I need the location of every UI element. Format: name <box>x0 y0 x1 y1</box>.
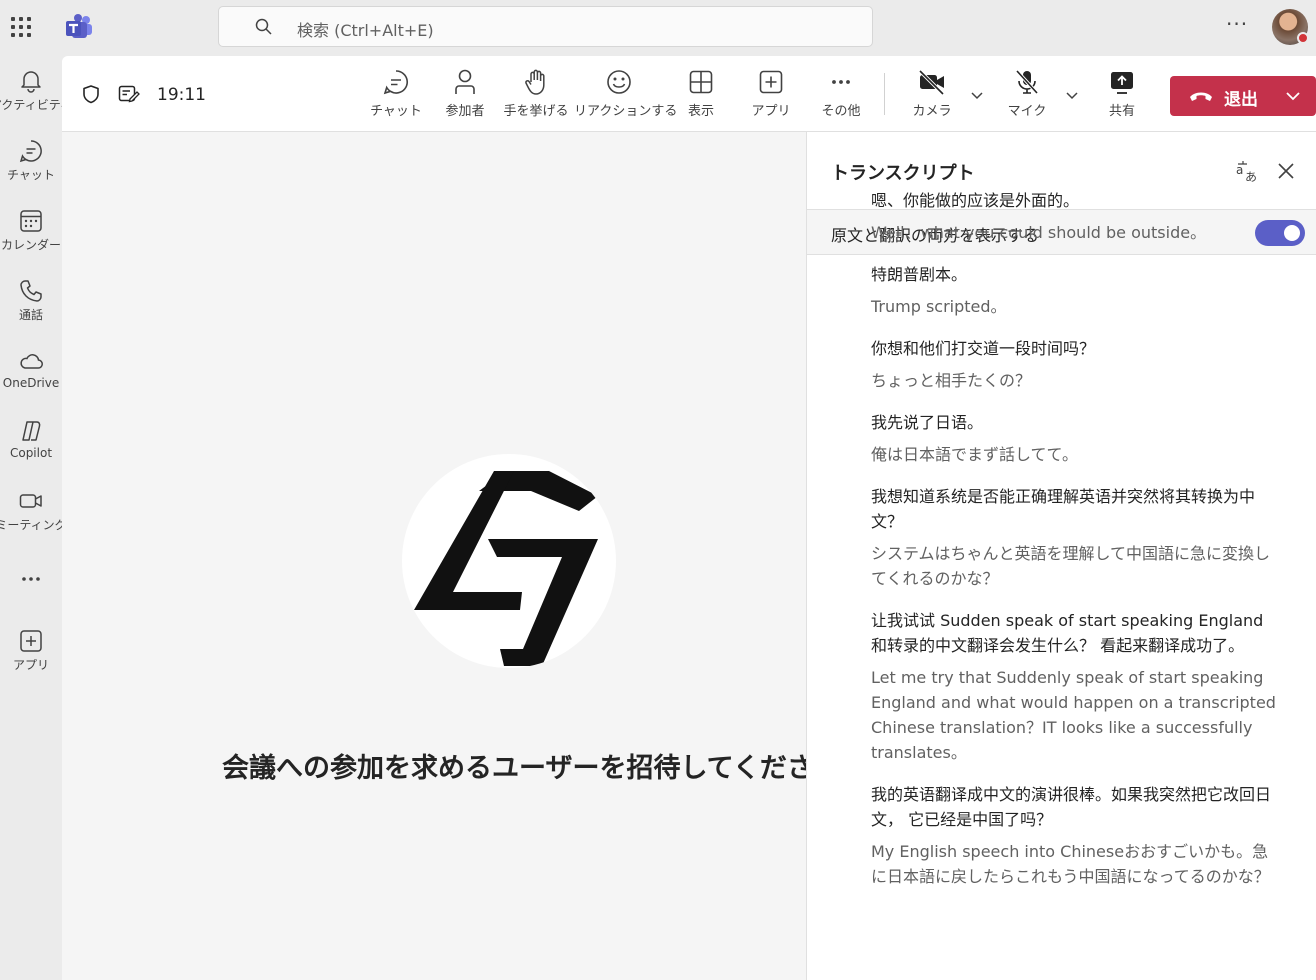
leave-button[interactable]: 退出 <box>1170 76 1316 116</box>
transcript-entry: 我的英语翻译成中文的演讲很棒。如果我突然把它改回日文， 它已经是中国了吗？ My… <box>871 782 1281 889</box>
app-rail: アクティビティ チャット カレンダー 通話 OneDrive Copilot <box>0 56 72 980</box>
more-button[interactable]: その他 <box>806 68 876 119</box>
original-text: 你想和他们打交道一段时间吗？ <box>871 339 1096 358</box>
search-input[interactable]: 検索 (Ctrl+Alt+E) <box>218 6 873 47</box>
toggle-knob <box>1284 225 1300 241</box>
add-app-icon <box>759 70 783 94</box>
title-bar: 検索 (Ctrl+Alt+E) ··· <box>0 0 1316 56</box>
transcript-entry: 嗯、你能做的应该是外面的。 Well、what you could should… <box>871 188 1281 245</box>
share-button[interactable]: 共有 <box>1087 68 1157 119</box>
camera-off-icon <box>918 69 945 96</box>
transcript-entry: 我先说了日语。 俺は日本語でまず話してて。 <box>871 410 1281 467</box>
original-text: 嗯、你能做的应该是外面的。 <box>871 191 1080 210</box>
transcript-entry: 我想知道系统是否能正确理解英语并突然将其转换为中文？ システムはちゃんと英語を理… <box>871 484 1281 591</box>
chat-icon <box>19 140 42 163</box>
mic-button[interactable]: マイク <box>992 68 1062 119</box>
mic-label: マイク <box>1007 104 1047 119</box>
react-label: リアクションする <box>574 104 678 119</box>
share-screen-icon <box>1111 72 1133 94</box>
search-placeholder: 検索 (Ctrl+Alt+E) <box>297 21 434 40</box>
mic-off-icon <box>1015 69 1039 95</box>
original-text: 我想知道系统是否能正确理解英语并突然将其转换为中文？ <box>871 487 1256 531</box>
search-icon <box>255 18 272 35</box>
copilot-icon <box>22 421 41 441</box>
participant-logo <box>402 454 616 668</box>
invite-prompt: 会議への参加を求めるユーザーを招待してください <box>222 753 841 784</box>
more-icon <box>832 80 850 84</box>
leave-label: 退出 <box>1224 90 1258 110</box>
hang-up-icon <box>1190 92 1212 101</box>
original-text: 我的英语翻译成中文的演讲很棒。如果我突然把它改回日文， 它已经是中国了吗？ <box>871 785 1272 829</box>
camera-label: カメラ <box>912 104 952 119</box>
transcript-entry: 让我试试 Sudden speak of start speaking Engl… <box>871 608 1281 765</box>
people-button[interactable]: 参加者 <box>430 68 500 119</box>
transcript-list: 嗯、你能做的应该是外面的。 Well、what you could should… <box>871 191 1281 906</box>
add-app-icon <box>20 630 42 652</box>
grid-view-icon <box>689 70 713 94</box>
translated-text: ちょっと相手たくの？ <box>871 371 1032 390</box>
more-icon <box>22 577 40 581</box>
meeting-timer: 19:11 <box>157 85 206 105</box>
participant-logo-icon <box>414 471 598 666</box>
smiley-icon <box>607 70 631 94</box>
meeting-notes-icon[interactable] <box>118 84 140 104</box>
hand-icon <box>525 69 545 95</box>
translated-text: 俺は日本語でまず話してて。 <box>871 445 1079 464</box>
transcript-entry: 特朗普剧本。 Trump scripted。 <box>871 262 1281 319</box>
svg-text:a: a <box>1236 163 1243 177</box>
rail-item-activity[interactable]: アクティビティ <box>0 68 72 128</box>
original-text: 特朗普剧本。 <box>871 265 968 284</box>
original-text: 让我试试 Sudden speak of start speaking Engl… <box>871 611 1264 655</box>
rail-item-apps[interactable]: アプリ <box>0 628 62 688</box>
rail-item-copilot[interactable]: Copilot <box>0 418 62 478</box>
meeting-toolbar: 19:11 チャット 参加者 手を挙げる リアクションする 表示 アプリ その他… <box>62 56 1316 132</box>
react-button[interactable]: リアクションする <box>574 68 677 119</box>
chevron-down-icon[interactable] <box>1285 88 1301 104</box>
translated-text: Let me try that Suddenly speak of start … <box>871 668 1276 762</box>
phone-icon <box>20 280 42 302</box>
rail-item-calendar[interactable]: カレンダー <box>0 208 62 268</box>
close-icon[interactable] <box>1277 162 1295 180</box>
shield-icon[interactable] <box>81 84 101 104</box>
rail-item-calls[interactable]: 通話 <box>0 278 62 338</box>
more-label: その他 <box>821 104 861 119</box>
camera-button[interactable]: カメラ <box>897 68 967 119</box>
bell-icon <box>21 71 41 93</box>
translated-text: Trump scripted。 <box>871 297 1007 316</box>
transcript-entry: 你想和他们打交道一段时间吗？ ちょっと相手たくの？ <box>871 336 1281 393</box>
teams-logo-icon <box>66 14 92 38</box>
translated-text: システムはちゃんと英語を理解して中国語に急に変換してくれるのかな？ <box>871 544 1271 588</box>
rail-item-meetings[interactable]: ミーティング <box>0 488 67 548</box>
cloud-icon <box>20 354 43 369</box>
more-options-icon[interactable]: ··· <box>1226 12 1248 36</box>
rail-item-chat[interactable]: チャット <box>0 138 62 198</box>
presence-busy-icon <box>1297 32 1309 44</box>
meeting-window: 19:11 チャット 参加者 手を挙げる リアクションする 表示 アプリ その他… <box>62 56 1316 980</box>
translate-icon[interactable]: a あ <box>1235 160 1261 184</box>
transcript-panel: トランスクリプト a あ 原文と翻訳の両方を表示する 嗯、你能做的应该是外面的。… <box>806 132 1316 980</box>
panel-title: トランスクリプト <box>831 163 975 184</box>
share-label: 共有 <box>1108 104 1135 119</box>
video-icon <box>19 494 42 508</box>
person-icon <box>455 69 475 94</box>
chat-icon <box>383 70 408 95</box>
translated-text: Well、what you could should be outside。 <box>871 223 1207 242</box>
original-text: 我先说了日语。 <box>871 413 984 432</box>
raise-hand-label: 手を挙げる <box>503 104 569 119</box>
rail-item-onedrive[interactable]: OneDrive <box>0 348 62 408</box>
rail-more-apps[interactable] <box>0 566 62 596</box>
calendar-icon <box>20 210 42 232</box>
svg-text:あ: あ <box>1245 170 1257 184</box>
raise-hand-button[interactable]: 手を挙げる <box>501 68 571 119</box>
translated-text: My English speech into Chineseおおすごいかも。急に… <box>871 842 1270 886</box>
toolbar-divider <box>884 73 885 115</box>
app-launcher-icon[interactable] <box>8 14 34 40</box>
